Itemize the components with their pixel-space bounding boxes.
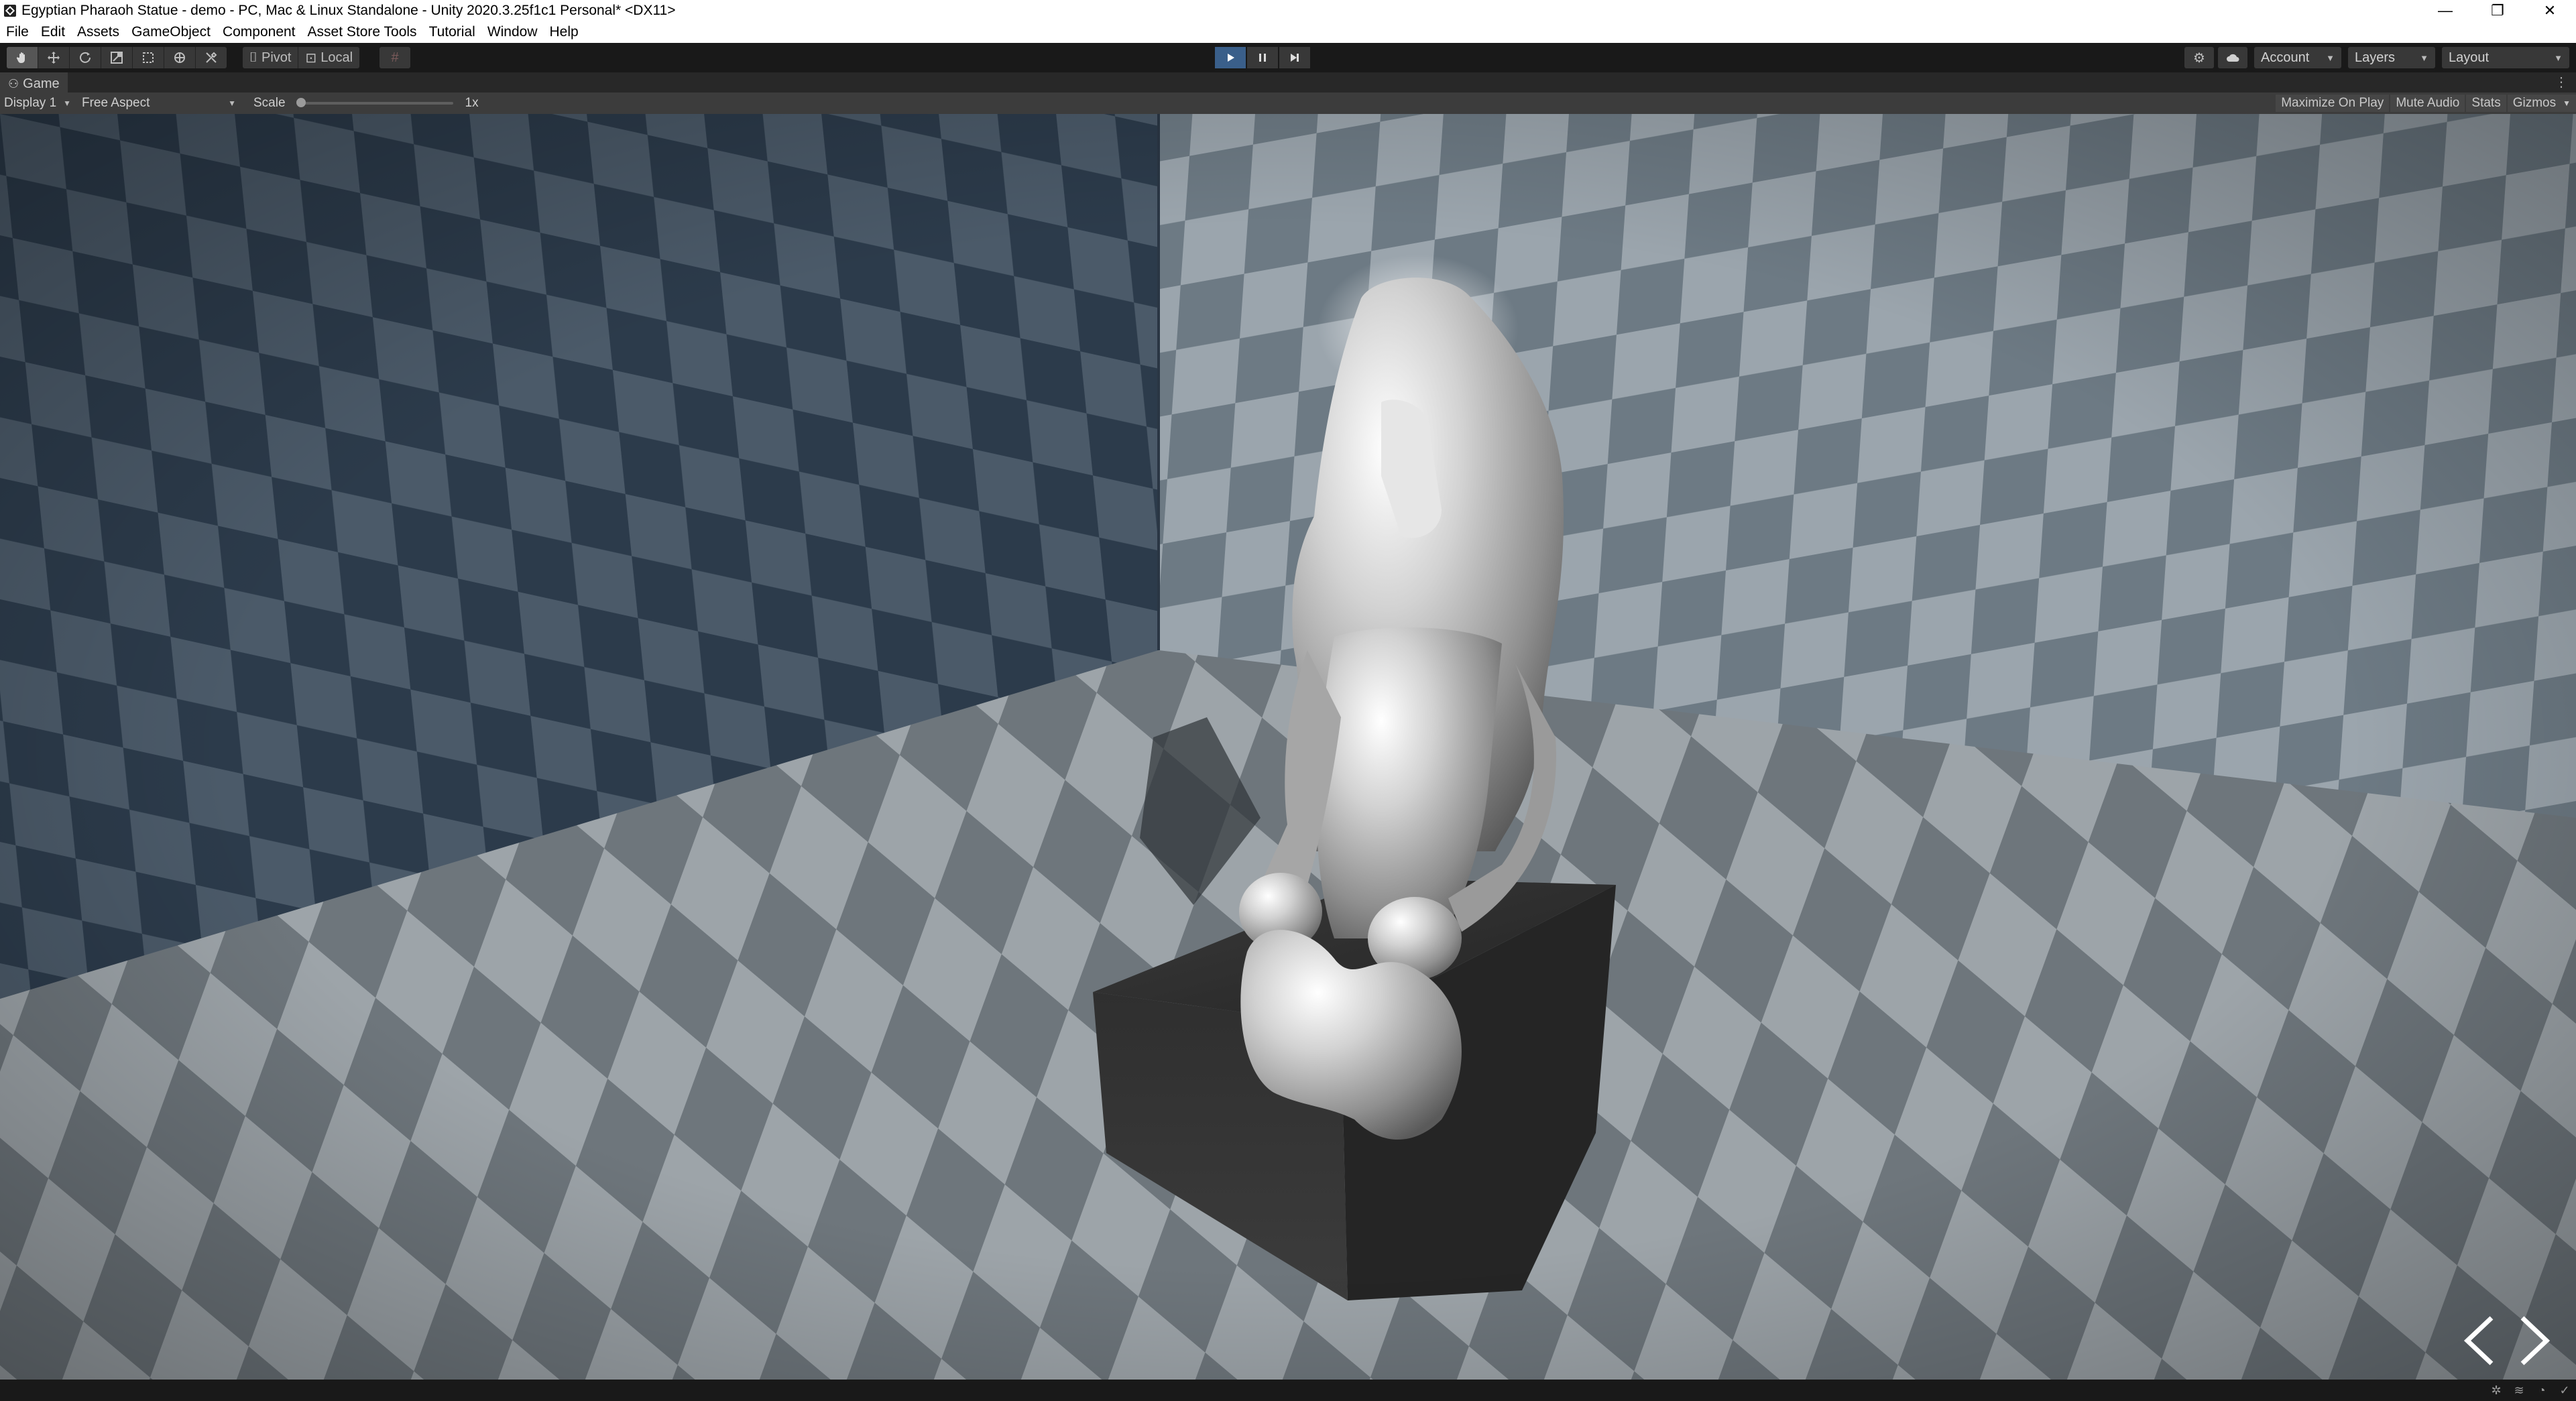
scale-tool-icon[interactable] [101, 47, 133, 68]
window-title: Egyptian Pharaoh Statue - demo - PC, Mac… [21, 3, 676, 18]
scale-slider-handle[interactable] [296, 98, 306, 107]
aspect-dropdown[interactable]: Free Aspect ▼ [78, 93, 240, 114]
aspect-label: Free Aspect [82, 96, 150, 110]
local-icon: ⊡ [305, 50, 317, 66]
game-viewport[interactable] [0, 114, 2576, 1380]
menu-edit[interactable]: Edit [35, 21, 71, 43]
menu-help[interactable]: Help [544, 21, 585, 43]
layers-dropdown[interactable]: Layers ▼ [2348, 47, 2435, 68]
main-toolbar: ⌷ Pivot ⊡ Local # ⚙ Account ▼ Layers ▼ Layou… [0, 43, 2576, 72]
menu-assets[interactable]: Assets [71, 21, 125, 43]
mute-audio-toggle[interactable]: Mute Audio [2390, 95, 2465, 112]
chevron-down-icon: ▼ [2326, 52, 2335, 63]
menu-gameobject[interactable]: GameObject [125, 21, 217, 43]
game-view-options: Maximize On Play Mute Audio Stats Gizmos… [2274, 93, 2576, 114]
grid-snap-group: # [379, 47, 410, 68]
maximize-button[interactable]: ❐ [2471, 0, 2524, 21]
chevron-down-icon: ▼ [63, 99, 72, 108]
chevron-down-icon: ▼ [228, 99, 236, 108]
pivot-toggles: ⌷ Pivot ⊡ Local [243, 47, 360, 68]
display-dropdown[interactable]: Display 1 ▼ [0, 93, 78, 114]
hand-tool-icon[interactable] [7, 47, 38, 68]
toolbar-right: ⚙ Account ▼ Layers ▼ Layout ▼ [2180, 47, 2569, 68]
rect-tool-icon[interactable] [133, 47, 164, 68]
status-bar: ✲ ≋ ◔ ✓ [0, 1380, 2576, 1401]
chevron-left-icon [2463, 1316, 2494, 1365]
pivot-toggle[interactable]: ⌷ Pivot [243, 47, 299, 68]
menu-file[interactable]: File [0, 21, 35, 43]
scale-label: Scale [253, 96, 286, 110]
layers-status-icon[interactable]: ≋ [2508, 1380, 2530, 1401]
layout-dropdown[interactable]: Layout ▼ [2442, 47, 2569, 68]
previous-arrow-button[interactable] [2459, 1314, 2501, 1367]
gamepad-icon: ⚇ [8, 76, 19, 90]
local-toggle[interactable]: ⊡ Local [298, 47, 359, 68]
account-label: Account [2261, 50, 2310, 65]
game-scene-render [0, 114, 2576, 1380]
check-icon[interactable]: ✓ [2553, 1380, 2576, 1401]
pause-button[interactable] [1247, 47, 1278, 68]
rotate-tool-icon[interactable] [70, 47, 101, 68]
chevron-down-icon: ▼ [2420, 52, 2428, 63]
game-view-toolbar: Display 1 ▼ Free Aspect ▼ Scale 1x Maximiz… [0, 93, 2576, 114]
window-title-bar: Egyptian Pharaoh Statue - demo - PC, Mac… [0, 0, 2576, 21]
chevron-down-icon: ▼ [2563, 99, 2571, 108]
menu-window[interactable]: Window [481, 21, 544, 43]
chevron-right-icon [2520, 1316, 2551, 1365]
play-controls [1215, 47, 1311, 68]
close-button[interactable]: ✕ [2524, 0, 2576, 21]
scale-slider[interactable] [296, 98, 453, 107]
stats-toggle[interactable]: Stats [2466, 95, 2506, 112]
layout-label: Layout [2449, 50, 2490, 65]
layers-label: Layers [2355, 50, 2396, 65]
panel-tab-bar: ⚇ Game ⋮ [0, 72, 2576, 94]
next-arrow-button[interactable] [2513, 1314, 2555, 1367]
play-button[interactable] [1215, 47, 1246, 68]
gizmos-dropdown[interactable]: Gizmos ▼ [2507, 95, 2576, 112]
move-tool-icon[interactable] [38, 47, 70, 68]
bug-icon[interactable]: ✲ [2485, 1380, 2508, 1401]
pivot-icon: ⌷ [249, 50, 257, 65]
more-options-icon[interactable]: ⋮ [2555, 74, 2568, 90]
chevron-down-icon: ▼ [2554, 52, 2563, 63]
unity-logo-icon [4, 5, 16, 17]
services-icon[interactable]: ⚙ [2184, 47, 2214, 68]
progress-icon[interactable]: ◔ [2530, 1380, 2553, 1401]
custom-tool-icon[interactable] [196, 47, 227, 68]
step-button[interactable] [1279, 47, 1310, 68]
transform-tools [7, 47, 227, 68]
pivot-label: Pivot [261, 50, 292, 65]
menu-component[interactable]: Component [217, 21, 302, 43]
menu-asset-store-tools[interactable]: Asset Store Tools [302, 21, 423, 43]
gizmos-label: Gizmos [2512, 96, 2557, 110]
maximize-on-play-toggle[interactable]: Maximize On Play [2276, 95, 2390, 112]
display-label: Display 1 [4, 96, 57, 110]
menu-bar: File Edit Assets GameObject Component As… [0, 21, 2576, 43]
minimize-button[interactable]: — [2419, 0, 2471, 21]
local-label: Local [320, 50, 353, 65]
scale-value: 1x [465, 96, 479, 110]
tab-game[interactable]: ⚇ Game [0, 72, 68, 94]
transform-tool-icon[interactable] [164, 47, 196, 68]
menu-tutorial[interactable]: Tutorial [423, 21, 481, 43]
tab-game-label: Game [23, 76, 60, 91]
account-dropdown[interactable]: Account ▼ [2254, 47, 2341, 68]
window-controls: — ❐ ✕ [2419, 0, 2576, 21]
grid-snap-icon[interactable]: # [379, 47, 410, 68]
cloud-icon[interactable] [2218, 47, 2247, 68]
